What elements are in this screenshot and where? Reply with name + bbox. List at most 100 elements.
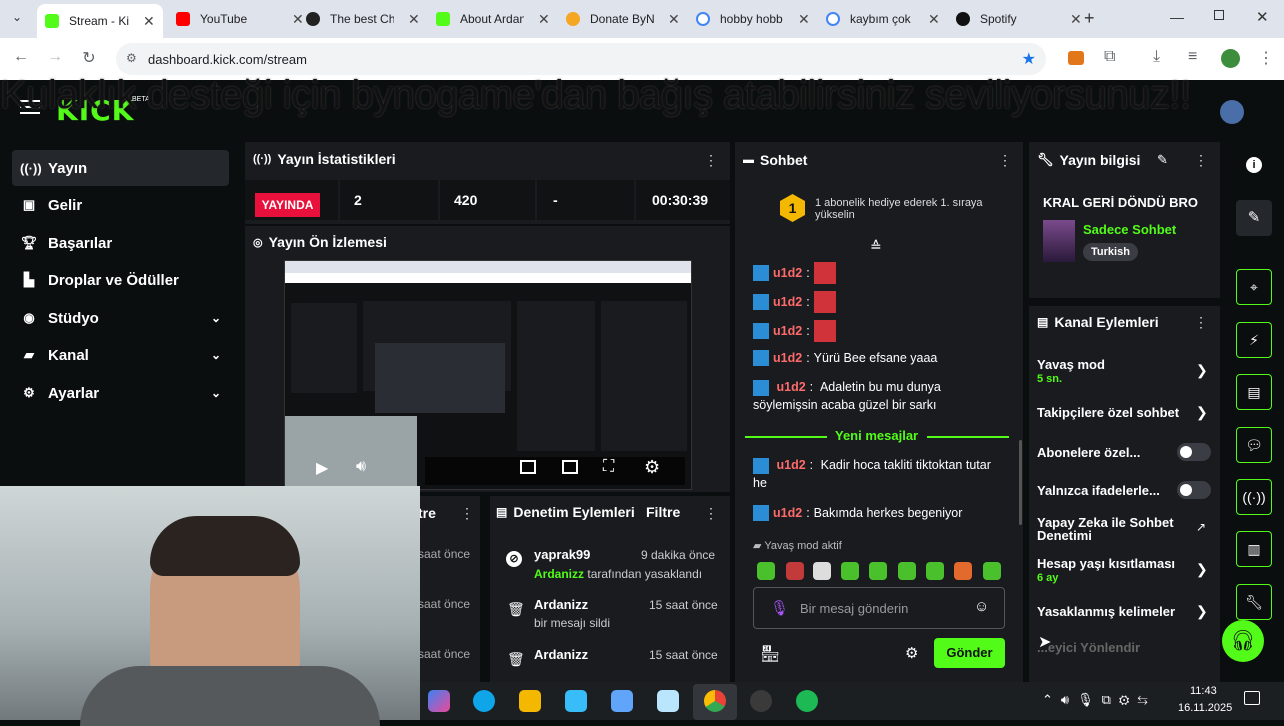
site-info-icon[interactable]: ⚙: [126, 51, 137, 65]
kebab-menu-icon[interactable]: ⋮: [704, 152, 718, 169]
notification-icon[interactable]: [1244, 691, 1260, 705]
browser-menu-icon[interactable]: ⋮: [1258, 48, 1274, 68]
chat-username[interactable]: u1d2: [773, 264, 802, 282]
chat-input[interactable]: 🎙︎ Bir mesaj gönderin ☺: [753, 587, 1005, 629]
banned-words-setting[interactable]: Yasaklanmış kelimeler: [1037, 604, 1175, 619]
close-tab-icon[interactable]: ✕: [668, 11, 680, 28]
app-taskbar-icon[interactable]: [657, 690, 679, 712]
account-age-setting[interactable]: Hesap yaşı kısıtlaması: [1037, 556, 1175, 571]
rail-quick-actions-button[interactable]: ⚡︎: [1236, 322, 1272, 358]
sidebar-item-yayin[interactable]: ((·)) Yayın: [12, 150, 229, 186]
chat-username[interactable]: u1d2: [773, 293, 802, 311]
tab-youtube[interactable]: YouTube ✕: [168, 6, 304, 32]
bookmark-star-icon[interactable]: ★: [1022, 49, 1036, 69]
rail-tools-button[interactable]: 🔧︎: [1236, 584, 1272, 620]
ai-moderation-setting[interactable]: Yapay Zeka ile Sohbet Denetimi: [1037, 516, 1177, 542]
subs-only-toggle[interactable]: [1177, 443, 1211, 461]
emote-icon[interactable]: [898, 562, 916, 580]
volume-icon[interactable]: 🔊︎: [356, 458, 366, 476]
tab-donate[interactable]: Donate ByN ✕: [558, 6, 680, 32]
chevron-right-icon[interactable]: ❯: [1196, 404, 1208, 421]
close-window-button[interactable]: ✕: [1256, 8, 1269, 26]
sidebar-item-kanal[interactable]: ▰ Kanal ⌄: [12, 337, 229, 373]
tab-hobby[interactable]: hobby hobb ✕: [688, 6, 810, 32]
tab-about-ardan[interactable]: About Ardan ✕: [428, 6, 550, 32]
sidebar-item-gelir[interactable]: ▣ Gelir: [12, 187, 229, 223]
emote-icon[interactable]: [869, 562, 887, 580]
chat-username[interactable]: u1d2: [776, 458, 805, 472]
sidebar-item-droplar[interactable]: ▙ Droplar ve Ödüller: [12, 262, 229, 298]
chat-username[interactable]: u1d2: [773, 349, 802, 367]
emoji-picker-icon[interactable]: ☺: [974, 598, 989, 615]
rail-layout-button[interactable]: ▥: [1236, 531, 1272, 567]
external-link-icon[interactable]: ↗: [1196, 520, 1206, 534]
kebab-menu-icon[interactable]: ⋮: [998, 152, 1012, 169]
emote-icon[interactable]: [841, 562, 859, 580]
chevron-right-icon[interactable]: ❯: [1196, 603, 1208, 620]
tab-search-icon[interactable]: ⌄: [12, 10, 22, 24]
kebab-menu-icon[interactable]: ⋮: [460, 505, 474, 522]
extension-metamask-icon[interactable]: [1068, 51, 1084, 65]
fullscreen-icon[interactable]: ⛶: [603, 458, 614, 476]
reload-button[interactable]: ↻: [78, 48, 100, 68]
download-icon[interactable]: ⤓: [1153, 48, 1160, 66]
close-tab-icon[interactable]: ✕: [1070, 11, 1082, 28]
emote-icon[interactable]: [757, 562, 775, 580]
chat-scrollbar[interactable]: [1019, 440, 1022, 525]
chat-username[interactable]: u1d2: [773, 322, 802, 340]
chat-username[interactable]: u1d2: [776, 380, 805, 394]
emote-icon[interactable]: [813, 562, 831, 580]
profile-avatar[interactable]: [1221, 49, 1240, 68]
sidebar-item-basarilar[interactable]: 🏆︎ Başarılar: [12, 225, 229, 261]
emote-icon[interactable]: [954, 562, 972, 580]
send-button[interactable]: Gönder: [934, 638, 1005, 668]
chevron-right-icon[interactable]: ❯: [1196, 362, 1208, 379]
rail-notes-button[interactable]: ▤: [1236, 374, 1272, 410]
pip-icon[interactable]: [520, 460, 536, 474]
clock-time[interactable]: 11:43: [1190, 685, 1217, 697]
extensions-puzzle-icon[interactable]: ⧉: [1104, 48, 1115, 66]
spotify-taskbar-icon[interactable]: [796, 690, 818, 712]
url-input[interactable]: ⚙ dashboard.kick.com/stream ★: [116, 43, 1046, 75]
new-tab-button[interactable]: +: [1084, 8, 1095, 29]
media-control-icon[interactable]: ≡: [1188, 48, 1197, 66]
close-tab-icon[interactable]: ✕: [143, 13, 155, 30]
redirect-setting[interactable]: ...eyici Yönlendir: [1037, 640, 1140, 655]
copilot-taskbar-icon[interactable]: [428, 690, 450, 712]
filter-button[interactable]: Filtre: [646, 504, 680, 520]
chat-username[interactable]: u1d2: [773, 504, 802, 522]
kebab-menu-icon[interactable]: ⋮: [704, 505, 718, 522]
close-tab-icon[interactable]: ✕: [538, 11, 550, 28]
obs-taskbar-icon[interactable]: [750, 690, 772, 712]
chrome-taskbar-icon[interactable]: [704, 690, 726, 712]
file-explorer-taskbar-icon[interactable]: [519, 690, 541, 712]
back-button[interactable]: ←: [10, 48, 32, 66]
mail-taskbar-icon[interactable]: [611, 690, 633, 712]
rail-stream-button[interactable]: ((·)): [1236, 479, 1272, 515]
close-tab-icon[interactable]: ✕: [798, 11, 810, 28]
info-icon[interactable]: i: [1246, 157, 1262, 173]
rail-preview-button[interactable]: ⌖: [1236, 269, 1272, 305]
play-icon[interactable]: ▶: [316, 458, 328, 478]
tab-spotify[interactable]: Spotify ✕: [948, 6, 1082, 32]
settings-gear-icon[interactable]: ⚙: [644, 457, 660, 478]
slow-mode-setting[interactable]: Yavaş mod: [1037, 357, 1105, 372]
close-tab-icon[interactable]: ✕: [928, 11, 940, 28]
chat-settings-icon[interactable]: ⚙: [905, 644, 918, 662]
emote-icon[interactable]: [786, 562, 804, 580]
gift-prompt[interactable]: 1 abonelik hediye ederek 1. sıraya yükse…: [815, 197, 985, 221]
close-tab-icon[interactable]: ✕: [408, 11, 420, 28]
emote-icon[interactable]: [926, 562, 944, 580]
sidebar-item-studyo[interactable]: ◉ Stüdyo ⌄: [12, 300, 229, 336]
microphone-icon[interactable]: 🎙︎: [770, 599, 789, 617]
edit-rail-button[interactable]: ✎: [1236, 200, 1272, 236]
mod-item-user[interactable]: Ardanizz: [534, 597, 588, 612]
sidebar-item-ayarlar[interactable]: ⚙ Ayarlar ⌄: [12, 375, 229, 411]
tab-stream-kick[interactable]: Stream - Kick ✕: [37, 4, 163, 38]
preview-video[interactable]: [284, 260, 692, 490]
mod-item-user[interactable]: yaprak99: [534, 547, 590, 562]
followers-only-setting[interactable]: Takipçilere özel sohbet: [1037, 405, 1179, 420]
emotes-only-toggle[interactable]: [1177, 481, 1211, 499]
rail-chat-button[interactable]: 💬︎: [1236, 427, 1272, 463]
store-icon[interactable]: 🏪︎: [760, 644, 780, 664]
